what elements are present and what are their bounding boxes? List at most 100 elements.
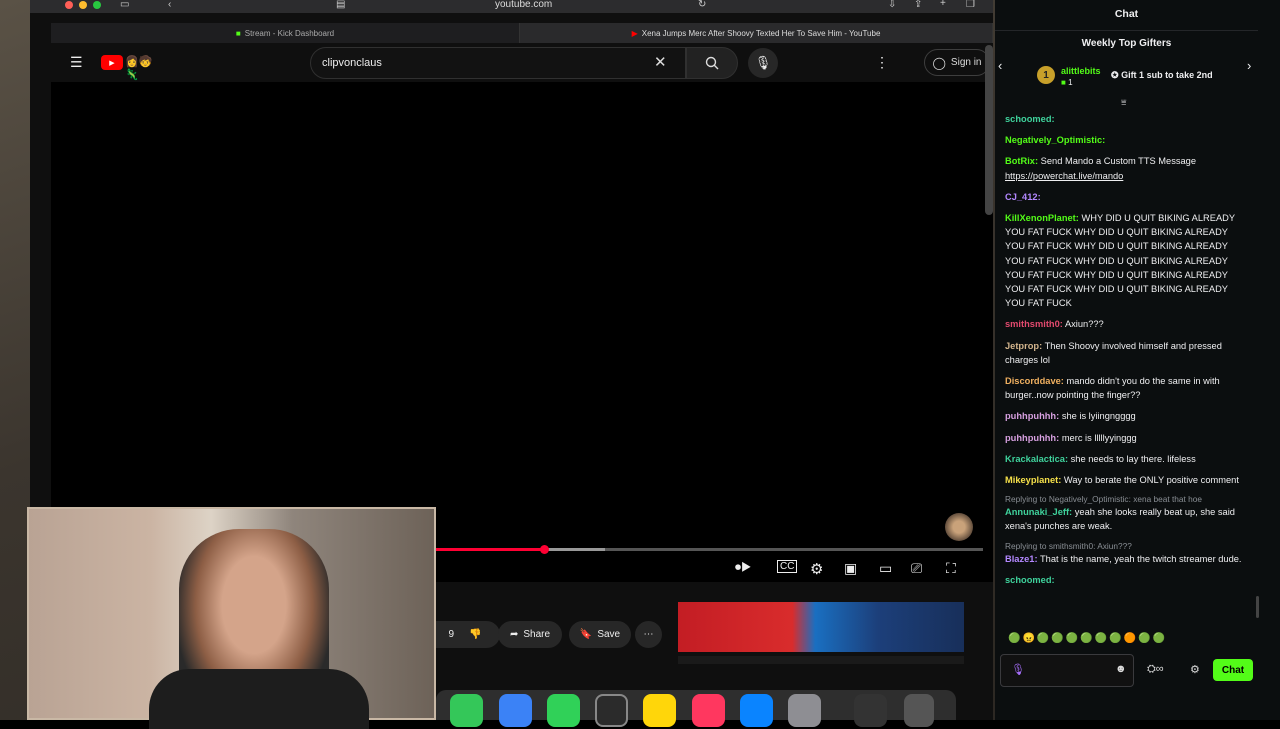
chat-username[interactable]: schoomed: xyxy=(1005,575,1055,585)
chat-message: KillXenonPlanet: WHY DID U QUIT BIKING A… xyxy=(1005,211,1245,310)
sign-in-button[interactable]: ◯ Sign in xyxy=(924,49,990,76)
address-bar[interactable]: youtube.com xyxy=(495,0,552,10)
minimize-window-button[interactable] xyxy=(79,1,87,9)
tab-kick-dashboard[interactable]: ■ Stream - Kick Dashboard xyxy=(51,23,520,43)
microphone-icon: 🎙 xyxy=(754,55,772,70)
chat-username[interactable]: Negatively_Optimistic: xyxy=(1005,135,1105,145)
chat-username[interactable]: puhhpuhhh: xyxy=(1005,433,1059,443)
obs-app-icon[interactable] xyxy=(595,694,628,727)
sign-in-label: Sign in xyxy=(950,57,982,68)
microphone-icon[interactable]: 🎙 xyxy=(1011,663,1025,676)
sponsored-banner[interactable] xyxy=(678,602,964,652)
thumbs-down-icon: 👎 xyxy=(469,629,482,640)
chat-message: Mikeyplanet: Way to berate the ONLY posi… xyxy=(1005,473,1245,487)
share-icon[interactable]: ⇪ xyxy=(914,0,922,10)
played-bar xyxy=(435,548,545,551)
chat-title: Chat xyxy=(1114,8,1139,20)
chat-username[interactable]: smithsmith0: xyxy=(1005,319,1063,329)
rewards-icon[interactable]: ⛭∞ xyxy=(1147,663,1164,676)
macos-dock xyxy=(436,690,956,727)
system-settings-icon[interactable] xyxy=(788,694,821,727)
chat-message: Replying to Negatively_Optimistic: xena … xyxy=(1005,494,1245,533)
ad-info-strip xyxy=(678,656,964,664)
emoji-icon[interactable]: ☻ xyxy=(1115,663,1127,675)
chat-text: WHY DID U QUIT BIKING ALREADY YOU FAT FU… xyxy=(1005,213,1235,309)
chat-panel: Chat Weekly Top Gifters ‹ › 1 alittlebit… xyxy=(995,0,1280,720)
chevron-right-icon[interactable]: › xyxy=(1247,58,1251,73)
tab-youtube-video[interactable]: ▶ Xena Jumps Merc After Shoovy Texted He… xyxy=(520,23,993,43)
account-icon: ◯ xyxy=(932,55,946,70)
music-app-icon[interactable] xyxy=(692,694,725,727)
doodle-logo-icon[interactable]: 👩🧒🦎 xyxy=(125,55,165,81)
chat-scrollbar[interactable] xyxy=(1256,596,1259,618)
chat-input[interactable]: 🎙 ☻ xyxy=(1000,654,1134,687)
settings-icon[interactable]: ⚙ xyxy=(810,560,823,578)
menu-icon[interactable]: ☰ xyxy=(70,54,83,71)
divider xyxy=(995,30,1258,31)
chat-username[interactable]: CJ_412: xyxy=(1005,192,1041,202)
chat-link[interactable]: https://powerchat.live/mando xyxy=(1005,169,1245,183)
download-icon[interactable]: ⇩ xyxy=(888,0,896,10)
search-input[interactable]: clipvonclaus xyxy=(310,47,686,79)
reply-context[interactable]: Replying to Negatively_Optimistic: xena … xyxy=(1005,494,1245,505)
autoplay-toggle[interactable]: ⏺▶ xyxy=(735,560,752,575)
emote-quick-row[interactable]: 🟢😠🟢🟢🟢🟢🟢🟢🟠🟢🟢 xyxy=(1008,633,1220,647)
sidebar-icon[interactable]: ▭ xyxy=(120,0,129,10)
new-tab-icon[interactable]: + xyxy=(940,0,946,9)
trash-icon[interactable] xyxy=(904,694,934,727)
airplay-icon[interactable]: ⎚ xyxy=(911,560,922,577)
facetime-app-icon[interactable] xyxy=(547,694,580,727)
youtube-logo-icon[interactable]: ▶ xyxy=(101,55,123,70)
chat-username[interactable]: Krackalactica: xyxy=(1005,454,1068,464)
webcam-overlay xyxy=(27,507,436,729)
share-label: Share xyxy=(523,629,551,640)
voice-search-button[interactable]: 🎙 xyxy=(748,48,778,78)
reload-icon[interactable]: ↻ xyxy=(698,0,706,10)
chat-username[interactable]: Mikeyplanet: xyxy=(1005,475,1061,485)
more-options-icon[interactable]: ⋮ xyxy=(875,54,889,71)
app-store-icon[interactable] xyxy=(740,694,773,727)
chat-username[interactable]: KillXenonPlanet: xyxy=(1005,213,1079,223)
top-gifter-name[interactable]: alittlebits xyxy=(1061,66,1101,76)
more-actions-button[interactable]: ⋯ xyxy=(635,621,662,648)
zoom-window-button[interactable] xyxy=(93,1,101,9)
chat-username[interactable]: Jetprop: xyxy=(1005,341,1042,351)
close-window-button[interactable] xyxy=(65,1,73,9)
mail-app-icon[interactable] xyxy=(499,694,532,727)
gift-sub-cta[interactable]: ✪ Gift 1 sub to take 2nd xyxy=(1111,70,1213,81)
tab-overview-icon[interactable]: ❐ xyxy=(966,0,975,10)
channel-watermark[interactable] xyxy=(945,513,973,541)
captions-button[interactable]: CC xyxy=(777,560,798,573)
back-icon[interactable]: ‹ xyxy=(168,0,171,10)
streamer-shirt xyxy=(149,669,369,729)
chevron-left-icon[interactable]: ‹ xyxy=(998,58,1002,73)
chat-text: she is lyiingngggg xyxy=(1061,411,1136,422)
video-progress-bar[interactable] xyxy=(435,545,983,554)
save-button[interactable]: 🔖 Save xyxy=(569,621,631,648)
chat-username[interactable]: BotRix: xyxy=(1005,156,1038,166)
chat-message: puhhpuhhh: merc is lllllyyinggg xyxy=(1005,431,1245,445)
chat-message: schoomed: xyxy=(1005,573,1245,587)
theater-mode-icon[interactable]: ▭ xyxy=(879,560,892,577)
chat-text: Axiun??? xyxy=(1064,319,1104,330)
chat-username[interactable]: puhhpuhhh: xyxy=(1005,411,1059,421)
dislike-button[interactable]: 9 👎 xyxy=(430,621,500,648)
reply-context[interactable]: Replying to smithsmith0: Axiun??? xyxy=(1005,541,1245,552)
collapse-handle-icon[interactable]: ⩸ xyxy=(1121,97,1126,108)
chat-username[interactable]: schoomed: xyxy=(1005,114,1055,124)
recent-window-icon[interactable] xyxy=(854,694,887,727)
page-scrollbar[interactable] xyxy=(985,45,993,215)
miniplayer-icon[interactable]: ▣ xyxy=(844,560,857,577)
chat-username[interactable]: Annunaki_Jeff: xyxy=(1005,507,1072,517)
send-chat-button[interactable]: Chat xyxy=(1213,659,1253,681)
fullscreen-icon[interactable]: ⛶ xyxy=(946,560,956,577)
chat-settings-icon[interactable]: ⚙ xyxy=(1190,663,1200,676)
search-button[interactable] xyxy=(686,47,738,79)
chat-username[interactable]: Blaze1: xyxy=(1005,554,1038,564)
notes-app-icon[interactable] xyxy=(643,694,676,727)
clear-search-icon[interactable]: ✕ xyxy=(654,53,667,71)
chat-username[interactable]: Discorddave: xyxy=(1005,376,1064,386)
gift-count-row: ■ 1 xyxy=(1061,78,1073,87)
messages-app-icon[interactable] xyxy=(450,694,483,727)
share-button[interactable]: ➦ Share xyxy=(498,621,562,648)
